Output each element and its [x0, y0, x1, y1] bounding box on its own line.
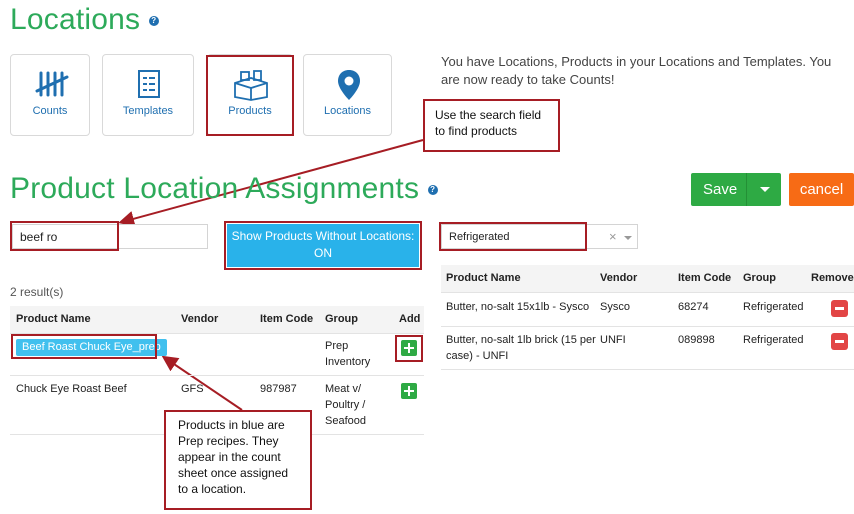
prep-product-highlight: [11, 334, 157, 359]
item-code-cell: 089898: [678, 334, 715, 346]
product-line: case) - UNFI: [446, 350, 509, 362]
remove-button[interactable]: [831, 333, 848, 350]
row-divider: [441, 326, 854, 327]
row-divider: [441, 369, 854, 370]
group-cell: Prep Inventory: [325, 338, 370, 370]
callout-line: Products in blue are: [178, 418, 285, 432]
col-item-code: Item Code: [678, 272, 732, 284]
group-line: Seafood: [325, 415, 366, 427]
vendor-cell: UNFI: [600, 334, 626, 346]
callout-line: appear in the count: [178, 450, 281, 464]
col-vendor: Vendor: [181, 313, 219, 325]
location-select-highlight: [439, 222, 587, 251]
save-divider: [746, 173, 747, 206]
col-group: Group: [325, 313, 358, 325]
add-button[interactable]: [401, 383, 417, 399]
remove-button[interactable]: [831, 300, 848, 317]
save-button[interactable]: Save: [691, 173, 781, 206]
product-line: Butter, no-salt 1lb brick (15 per: [446, 334, 596, 346]
save-label: Save: [703, 181, 738, 198]
col-product-name: Product Name: [446, 272, 521, 284]
show-button-highlight: [224, 221, 422, 270]
product-name-cell: Butter, no-salt 1lb brick (15 per case) …: [446, 332, 596, 364]
group-cell: Refrigerated: [743, 301, 804, 313]
group-cell: Meat v/ Poultry / Seafood: [325, 381, 366, 429]
vendor-cell: GFS: [181, 383, 204, 395]
caret-down-icon[interactable]: [760, 187, 770, 192]
row-divider: [441, 292, 854, 293]
product-name-cell: Butter, no-salt 15x1lb - Sysco: [446, 301, 590, 313]
vendor-cell: Sysco: [600, 301, 630, 313]
group-line: Meat v/: [325, 383, 362, 395]
callout-line: Prep recipes. They: [178, 434, 279, 448]
result-count: 2 result(s): [10, 285, 64, 299]
add-button-highlight: [395, 335, 423, 362]
col-add: Add: [399, 313, 421, 325]
prep-tip-callout: Products in blue are Prep recipes. They …: [164, 410, 312, 510]
assignments-title-text: Product Location Assignments: [10, 172, 420, 205]
item-code-cell: 987987: [260, 383, 297, 395]
group-line: Poultry /: [325, 399, 366, 411]
col-vendor: Vendor: [600, 272, 638, 284]
callout-line: sheet once assigned: [178, 466, 289, 480]
callout-line: to a location.: [178, 482, 247, 496]
chevron-down-icon[interactable]: [624, 236, 632, 240]
col-remove: Remove: [811, 272, 854, 284]
item-code-cell: 68274: [678, 301, 709, 313]
product-name-cell: Chuck Eye Roast Beef: [16, 383, 127, 395]
search-highlight: [10, 221, 119, 251]
col-product-name: Product Name: [16, 313, 91, 325]
group-cell: Refrigerated: [743, 334, 804, 346]
row-divider: [10, 375, 424, 376]
cancel-button[interactable]: cancel: [789, 173, 854, 206]
col-group: Group: [743, 272, 776, 284]
group-line: Prep: [325, 340, 349, 352]
clear-icon[interactable]: ×: [609, 229, 617, 244]
col-item-code: Item Code: [260, 313, 314, 325]
assignments-title: Product Location Assignments ?: [10, 172, 438, 206]
search-tip-arrow: [118, 139, 424, 411]
help-icon[interactable]: ?: [427, 185, 438, 196]
group-line: Inventory: [325, 356, 371, 368]
